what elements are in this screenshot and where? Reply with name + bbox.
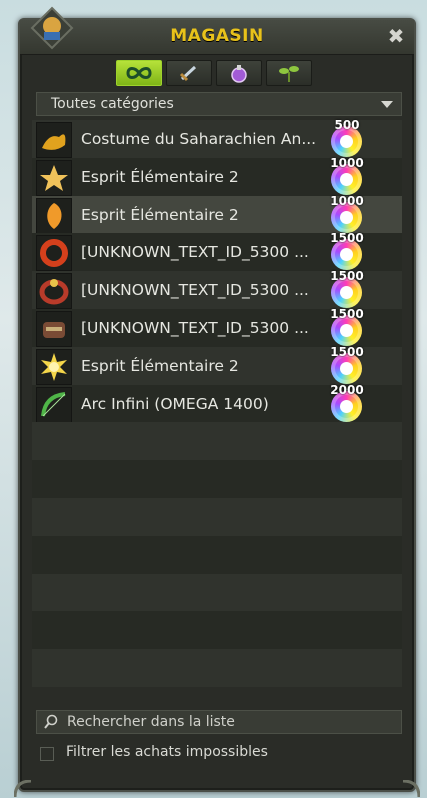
shop-window: MAGASIN ✖ Toutes catégories Costume du S… xyxy=(14,6,420,798)
ring-icon xyxy=(36,235,72,272)
item-price: 2000 xyxy=(330,382,364,397)
tab-resources[interactable] xyxy=(266,60,312,86)
sword-icon xyxy=(179,65,197,82)
empty-row xyxy=(32,573,402,612)
plant-icon xyxy=(279,66,299,82)
potion-icon xyxy=(231,65,247,83)
item-name: Arc Infini (OMEGA 1400) xyxy=(81,394,269,413)
search-input[interactable] xyxy=(65,712,399,732)
list-item[interactable]: [UNKNOWN_TEXT_ID_5300 ... 1500 xyxy=(32,231,402,272)
tab-infinity[interactable] xyxy=(116,60,162,86)
item-name: [UNKNOWN_TEXT_ID_5300 ... xyxy=(81,281,309,300)
item-price: 1000 xyxy=(330,193,364,208)
item-name: [UNKNOWN_TEXT_ID_5300 ... xyxy=(81,318,309,337)
tab-consumables[interactable] xyxy=(216,60,262,86)
list-item[interactable]: Esprit Élémentaire 2 1000 xyxy=(32,193,402,234)
search-bar[interactable] xyxy=(36,710,402,734)
list-item[interactable]: Arc Infini (OMEGA 1400) 2000 xyxy=(32,382,402,423)
corner-ornament-icon xyxy=(402,780,420,798)
helmet-icon xyxy=(36,310,72,347)
category-select[interactable]: Toutes catégories xyxy=(36,92,402,116)
filter-label[interactable]: Filtrer les achats impossibles xyxy=(66,744,268,760)
list-item[interactable]: [UNKNOWN_TEXT_ID_5300 ... 1500 xyxy=(32,269,402,310)
item-price: 1500 xyxy=(330,344,364,359)
item-name: Esprit Élémentaire 2 xyxy=(81,356,239,375)
empty-row xyxy=(32,497,402,536)
search-icon xyxy=(44,714,58,729)
tab-equipment[interactable] xyxy=(166,60,212,86)
item-price: 1500 xyxy=(330,306,364,321)
item-name: Esprit Élémentaire 2 xyxy=(81,167,239,186)
chevron-down-icon[interactable] xyxy=(381,101,393,108)
spirit-icon xyxy=(36,197,72,234)
item-name: [UNKNOWN_TEXT_ID_5300 ... xyxy=(81,243,309,262)
item-list: Costume du Saharachien An... 500 Esprit … xyxy=(32,118,402,708)
list-item[interactable]: Esprit Élémentaire 2 1000 xyxy=(32,155,402,196)
bow-icon xyxy=(36,386,72,423)
empty-row xyxy=(32,649,402,687)
item-name: Esprit Élémentaire 2 xyxy=(81,205,239,224)
category-tabs xyxy=(116,60,312,86)
infinity-icon xyxy=(126,67,152,79)
empty-row xyxy=(32,611,402,650)
corner-ornament-icon xyxy=(14,780,32,798)
list-item[interactable]: Esprit Élémentaire 2 1500 xyxy=(32,344,402,385)
item-price: 1500 xyxy=(330,231,364,246)
empty-row xyxy=(32,460,402,498)
empty-row xyxy=(32,422,402,461)
spirit-icon xyxy=(36,159,72,196)
empty-row xyxy=(32,535,402,574)
item-price: 1000 xyxy=(330,155,364,170)
item-price: 500 xyxy=(334,118,360,132)
belt-icon xyxy=(36,273,72,310)
sun-icon xyxy=(36,348,72,385)
costume-icon xyxy=(36,122,72,158)
item-name: Costume du Saharachien An... xyxy=(81,130,317,148)
close-icon[interactable]: ✖ xyxy=(386,26,406,46)
item-price: 1500 xyxy=(330,269,364,284)
filter-checkbox[interactable] xyxy=(40,747,54,761)
window-title: MAGASIN xyxy=(170,26,264,46)
list-item[interactable]: Costume du Saharachien An... 500 xyxy=(32,118,402,158)
window-header[interactable]: MAGASIN ✖ xyxy=(20,6,414,55)
list-item[interactable]: [UNKNOWN_TEXT_ID_5300 ... 1500 xyxy=(32,306,402,347)
category-select-value: Toutes catégories xyxy=(51,96,174,112)
